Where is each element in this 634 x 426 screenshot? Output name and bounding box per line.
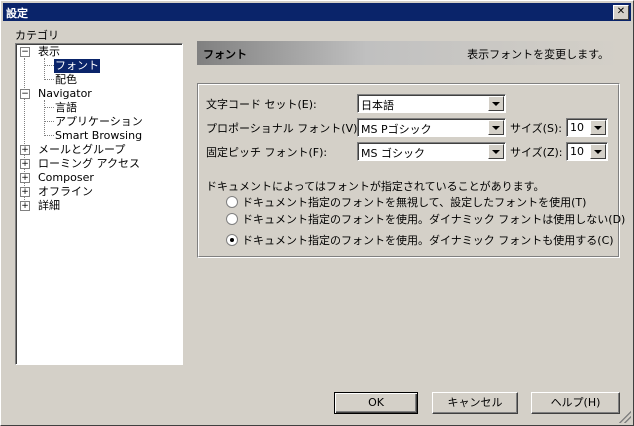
option-ignore-document-fonts[interactable]: ドキュメント指定のフォントを無視して、設定したフォントを使用(T): [242, 194, 586, 210]
tree-line: [44, 121, 54, 122]
chevron-down-icon[interactable]: [488, 120, 504, 135]
proportional-size-value: 10: [570, 121, 584, 134]
panel-description: 表示フォントを変更します。: [467, 48, 609, 61]
charset-select[interactable]: 日本語: [357, 94, 506, 113]
tree-item-label: Composer: [38, 171, 94, 184]
tree-item-label: オフライン: [38, 185, 93, 198]
tree-line: [44, 79, 54, 80]
chevron-down-icon[interactable]: [488, 96, 504, 111]
panel-header: フォント 表示フォントを変更します。: [197, 41, 621, 65]
radio-use-document-fonts-no-dynamic[interactable]: [226, 213, 238, 225]
chevron-down-icon[interactable]: [590, 144, 606, 159]
chevron-down-icon[interactable]: [590, 120, 606, 135]
tree-line: [44, 65, 54, 66]
expand-icon[interactable]: +: [20, 173, 30, 183]
proportional-font-select[interactable]: MS Pゴシック: [357, 118, 506, 137]
fixed-font-label: 固定ピッチ フォント(F):: [206, 146, 328, 159]
close-button[interactable]: ✕: [613, 5, 629, 20]
tree-line: [44, 135, 54, 136]
tree-item-label: フォント: [54, 59, 100, 73]
tree-item-label: アプリケーション: [55, 115, 143, 128]
expand-icon[interactable]: +: [20, 187, 30, 197]
tree-item-label: ローミング アクセス: [38, 157, 140, 170]
tree-line: [44, 107, 54, 108]
proportional-size-label: サイズ(S):: [510, 122, 562, 135]
proportional-font-label: プロポーショナル フォント(V):: [206, 122, 362, 135]
tree-item-label: メールとグループ: [38, 143, 126, 156]
category-tree[interactable]: − 表示 フォント 配色 − Navigator 言語 アプリケーション Sma…: [15, 43, 183, 365]
option-use-document-fonts-dynamic[interactable]: ドキュメント指定のフォントを使用。ダイナミック フォントも使用する(C): [242, 232, 614, 248]
radio-ignore-document-fonts[interactable]: [226, 196, 238, 208]
tree-item-label: 言語: [55, 101, 77, 114]
radio-use-document-fonts-dynamic[interactable]: [226, 234, 238, 246]
fixed-font-value: MS ゴシック: [361, 147, 425, 160]
fixed-size-label: サイズ(Z):: [510, 146, 563, 159]
category-label: カテゴリ: [15, 29, 59, 42]
title-bar: 設定 ✕: [3, 3, 631, 21]
tree-item-label: Smart Browsing: [55, 129, 143, 142]
expand-icon[interactable]: +: [20, 201, 30, 211]
collapse-icon[interactable]: −: [20, 47, 30, 57]
settings-window: 設定 ✕ カテゴリ − 表示 フォント 配色 − Navigator 言語 アプ…: [0, 0, 634, 426]
close-icon: ✕: [616, 6, 626, 17]
document-font-note: ドキュメントによってはフォントが指定されていることがあります。: [206, 180, 545, 193]
font-settings-group: 文字コード セット(E): 日本語 プロポーショナル フォント(V): MS P…: [197, 83, 625, 258]
tree-item-label: Navigator: [38, 87, 92, 100]
window-title: 設定: [6, 7, 28, 20]
proportional-font-value: MS Pゴシック: [361, 123, 432, 136]
ok-button[interactable]: OK: [334, 392, 418, 414]
help-button[interactable]: ヘルプ(H): [531, 392, 620, 414]
tree-line: [44, 58, 45, 80]
option-use-document-fonts-no-dynamic[interactable]: ドキュメント指定のフォントを使用。ダイナミック フォントは使用しない(D): [242, 211, 625, 227]
collapse-icon[interactable]: −: [20, 89, 30, 99]
chevron-down-icon[interactable]: [488, 144, 504, 159]
tree-item-label: 表示: [38, 45, 60, 58]
charset-label: 文字コード セット(E):: [206, 98, 317, 111]
cancel-button[interactable]: キャンセル: [432, 392, 518, 414]
fixed-size-select[interactable]: 10: [566, 142, 608, 161]
tree-line: [44, 100, 45, 136]
expand-icon[interactable]: +: [20, 145, 30, 155]
resize-grip-icon[interactable]: [619, 411, 631, 423]
expand-icon[interactable]: +: [20, 159, 30, 169]
fixed-size-value: 10: [570, 145, 584, 158]
panel-title: フォント: [203, 48, 247, 61]
charset-value: 日本語: [361, 99, 394, 112]
fixed-font-select[interactable]: MS ゴシック: [357, 142, 506, 161]
tree-line: [24, 58, 25, 208]
tree-item-label: 詳細: [38, 199, 60, 212]
proportional-size-select[interactable]: 10: [566, 118, 608, 137]
tree-item-label: 配色: [55, 73, 77, 86]
